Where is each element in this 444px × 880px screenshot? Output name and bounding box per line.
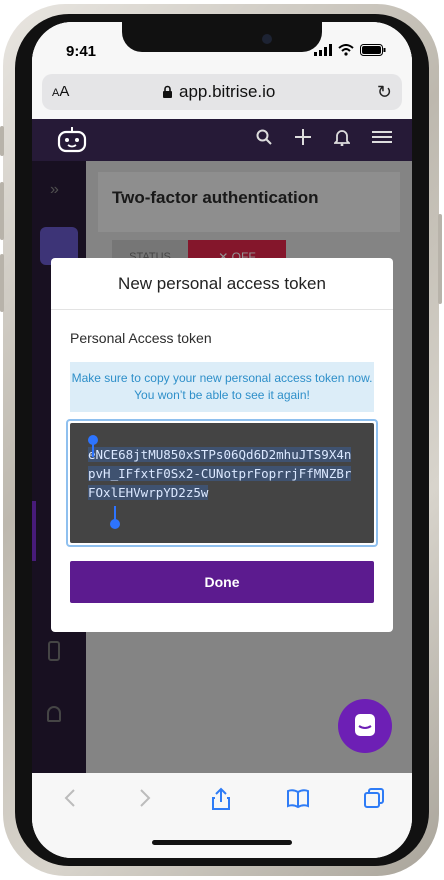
address-bar[interactable]: AA app.bitrise.io ↻ [42, 74, 402, 110]
status-time: 9:41 [66, 43, 97, 60]
url-display[interactable]: app.bitrise.io [162, 82, 275, 102]
hamburger-menu-icon[interactable] [372, 130, 392, 144]
tabs-icon[interactable] [363, 787, 385, 809]
phone-screen: 9:41 AA app.bitrise.io ↻ » Two-factor au… [32, 22, 412, 858]
token-field[interactable]: eNCE68jtMU850xSTPs06Qd6D2mhuJTS9X4npvH_I… [66, 419, 378, 547]
selection-end-handle[interactable] [110, 519, 120, 529]
header-actions [256, 128, 392, 146]
new-token-modal: New personal access token Personal Acces… [51, 258, 393, 632]
chat-launcher-button[interactable] [338, 699, 392, 753]
app-header [32, 119, 412, 161]
copy-warning-note: Make sure to copy your new personal acce… [70, 362, 374, 412]
wifi-icon [338, 44, 354, 56]
search-icon[interactable] [256, 129, 272, 145]
modal-title: New personal access token [51, 258, 393, 310]
bookmarks-icon[interactable] [286, 787, 310, 809]
chat-icon [355, 714, 375, 736]
lock-icon [163, 85, 172, 98]
battery-icon [360, 44, 386, 56]
share-icon[interactable] [210, 787, 232, 811]
forward-icon[interactable] [134, 787, 156, 809]
mute-switch [0, 126, 4, 156]
url-text: app.bitrise.io [179, 82, 276, 101]
volume-down-button [0, 254, 4, 312]
camera-icon [262, 34, 272, 44]
selection-start-line [92, 443, 94, 457]
volume-up-button [0, 182, 4, 240]
back-icon[interactable] [59, 787, 81, 809]
text-size-button[interactable]: AA [52, 83, 69, 100]
token-value[interactable]: eNCE68jtMU850xSTPs06Qd6D2mhuJTS9X4npvH_I… [88, 447, 352, 500]
home-indicator [152, 840, 292, 845]
selection-end-line [114, 506, 116, 520]
text-size-large-label: A [59, 83, 70, 100]
status-icons [314, 44, 386, 56]
signal-icon [314, 44, 332, 56]
bell-icon[interactable] [334, 128, 350, 146]
browser-toolbar [32, 773, 412, 858]
bitrise-logo-icon[interactable] [56, 127, 88, 153]
token-field-label: Personal Access token [70, 330, 212, 346]
notch [122, 22, 322, 52]
power-button [438, 214, 442, 304]
reload-icon[interactable]: ↻ [377, 82, 392, 103]
done-button[interactable]: Done [70, 561, 374, 603]
add-icon[interactable] [294, 128, 312, 146]
